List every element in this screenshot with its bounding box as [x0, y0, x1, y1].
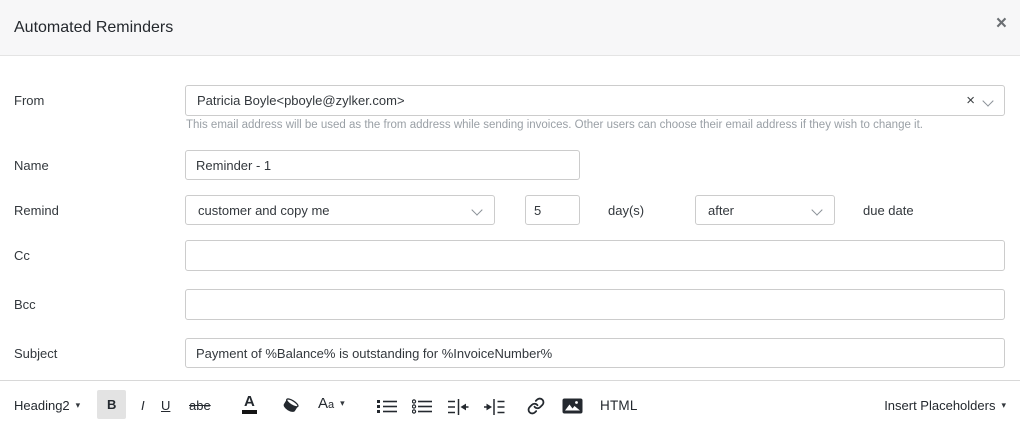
link-icon [527, 397, 545, 415]
name-input[interactable] [185, 150, 580, 180]
name-label: Name [14, 158, 49, 173]
indent-button[interactable] [484, 399, 505, 420]
insert-placeholders-label: Insert Placeholders [884, 398, 995, 413]
days-unit-label: day(s) [608, 203, 644, 218]
bcc-input[interactable] [185, 289, 1005, 320]
page-title: Automated Reminders [14, 19, 173, 37]
cc-label: Cc [14, 248, 30, 263]
clear-icon[interactable]: × [966, 93, 975, 108]
chevron-down-icon [471, 204, 482, 215]
html-view-button[interactable]: HTML [600, 399, 638, 413]
paint-bucket-icon [281, 396, 301, 414]
bullet-list-icon [377, 399, 397, 414]
bcc-label: Bcc [14, 297, 36, 312]
circle-list-button[interactable] [412, 399, 432, 419]
chevron-down-icon [811, 204, 822, 215]
italic-button[interactable]: I [141, 399, 145, 412]
remind-when-select[interactable]: after [695, 195, 835, 225]
bullet-list-button[interactable] [377, 399, 397, 419]
from-select[interactable]: Patricia Boyle<pboyle@zylker.com> × [185, 85, 1005, 116]
font-style-small: a [328, 399, 334, 411]
from-value: Patricia Boyle<pboyle@zylker.com> [197, 93, 405, 108]
subject-label: Subject [14, 346, 57, 361]
automated-reminders-dialog: Automated Reminders × From Patricia Boyl… [0, 0, 1020, 430]
outdent-icon [448, 399, 469, 415]
font-color-button[interactable]: A [242, 394, 257, 414]
insert-image-button[interactable] [562, 398, 583, 419]
remind-label: Remind [14, 203, 59, 218]
font-style-large: A [318, 395, 328, 412]
editor-toolbar: Heading2 ▾ B I U abe A Aa ▾ [0, 380, 1020, 430]
from-label: From [14, 93, 44, 108]
chevron-down-icon [982, 95, 993, 106]
due-date-label: due date [863, 203, 914, 218]
subject-input[interactable] [185, 338, 1005, 368]
font-style-dropdown[interactable]: Aa ▾ [318, 396, 345, 411]
remind-recipient-select[interactable]: customer and copy me [185, 195, 495, 225]
strikethrough-button[interactable]: abe [189, 399, 211, 412]
remind-days-input[interactable] [525, 195, 580, 225]
image-icon [562, 398, 583, 414]
underline-button[interactable]: U [161, 399, 170, 412]
bold-button[interactable]: B [97, 390, 126, 419]
from-helper-text: This email address will be used as the f… [186, 119, 923, 131]
background-color-button[interactable] [281, 396, 301, 419]
indent-icon [484, 399, 505, 415]
heading-dropdown[interactable]: Heading2 ▾ [14, 399, 80, 412]
cc-input[interactable] [185, 240, 1005, 271]
caret-down-icon: ▾ [1001, 400, 1006, 410]
insert-placeholders-dropdown[interactable]: Insert Placeholders ▾ [884, 399, 1006, 412]
caret-down-icon: ▾ [340, 398, 345, 408]
heading-value: Heading2 [14, 398, 70, 413]
outdent-button[interactable] [448, 399, 469, 420]
circle-list-icon [412, 399, 432, 414]
remind-recipient-value: customer and copy me [198, 203, 330, 218]
caret-down-icon: ▾ [76, 400, 81, 410]
remind-when-value: after [708, 203, 734, 218]
insert-link-button[interactable] [527, 397, 545, 420]
dialog-header: Automated Reminders × [0, 0, 1020, 56]
close-icon[interactable]: × [996, 14, 1007, 33]
